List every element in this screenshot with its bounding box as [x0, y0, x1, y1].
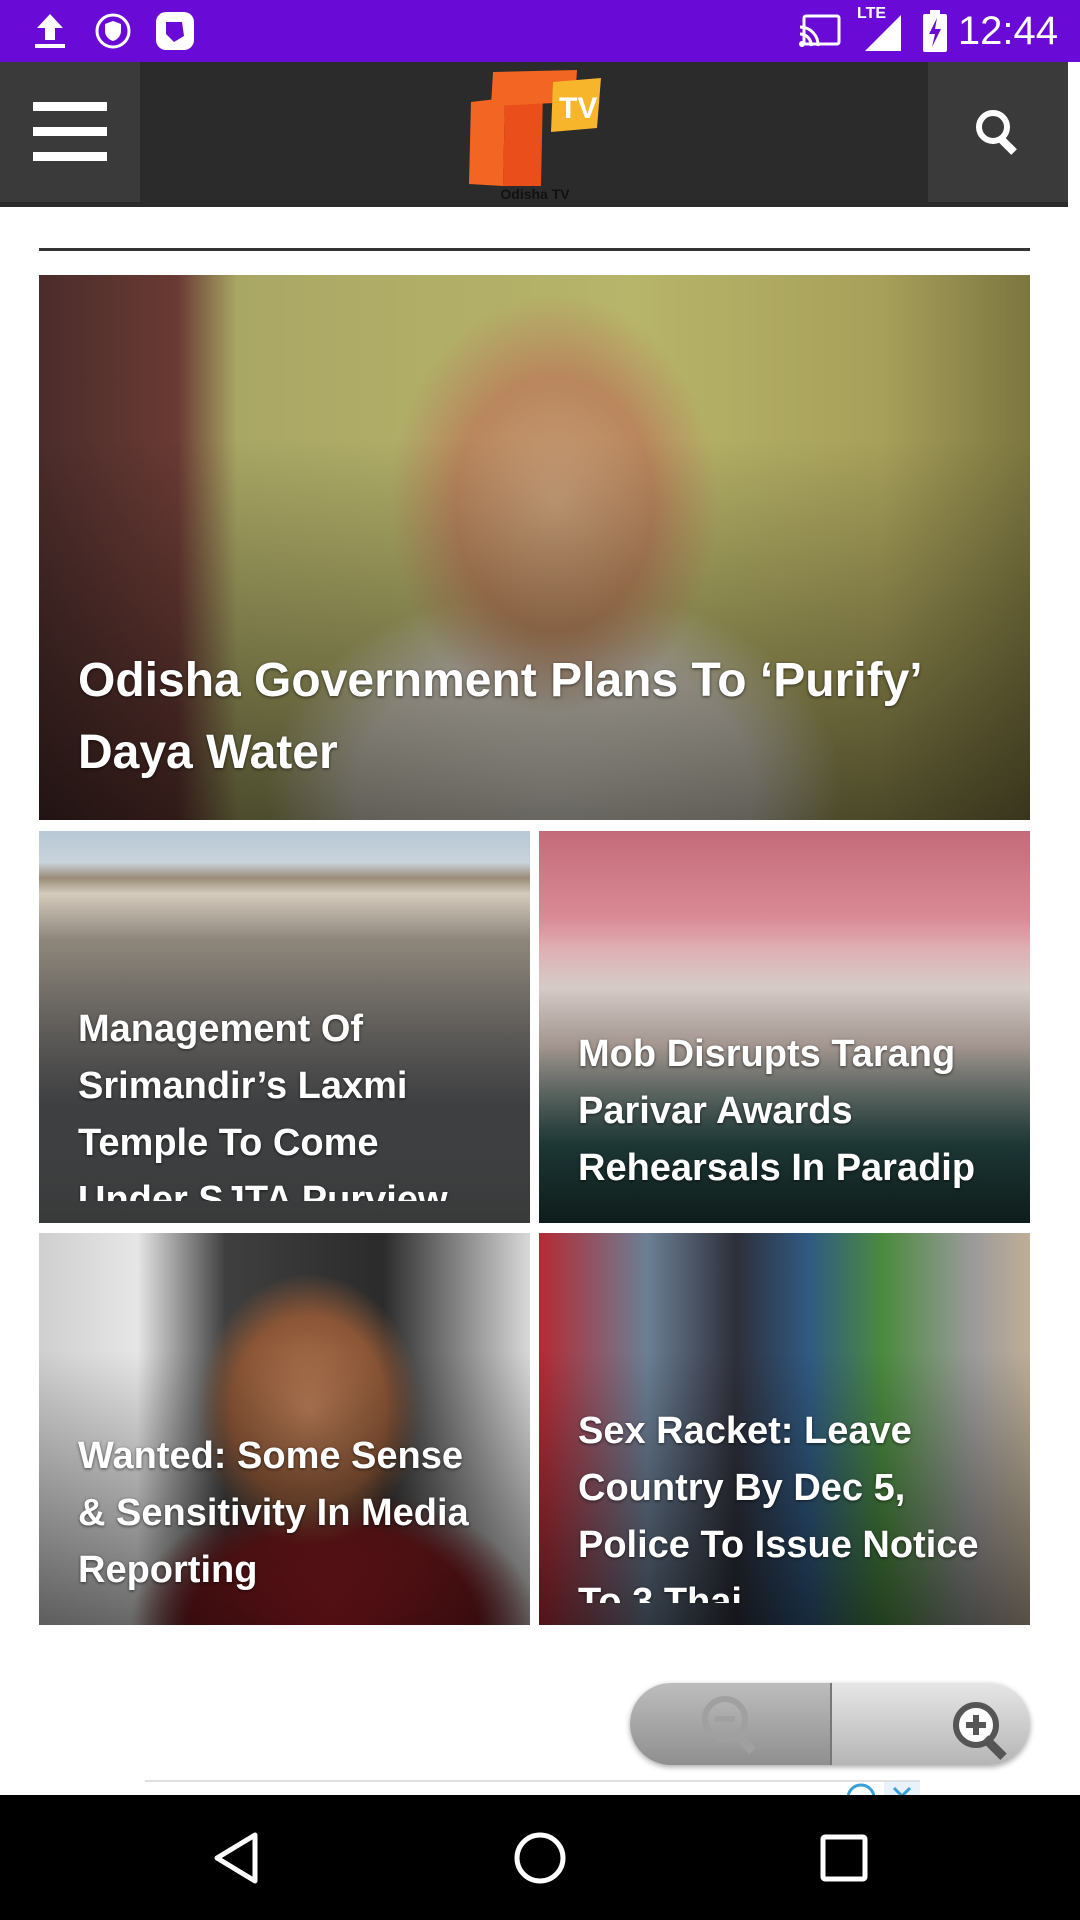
ad-banner-edge [145, 1780, 920, 1782]
zoom-out-button[interactable] [630, 1683, 830, 1765]
logo-text: Odisha TV [500, 186, 570, 202]
app-notification-icon [150, 0, 200, 62]
article-title: Mob Disrupts Tarang Parivar Awards Rehea… [578, 1033, 976, 1189]
featured-article-title: Odisha Government Plans To ‘Purify’ Daya… [78, 654, 920, 779]
status-bar: LTE 12:44 [0, 0, 1080, 62]
menu-button[interactable] [0, 62, 140, 202]
navigation-bar [0, 1795, 1080, 1920]
recents-icon [820, 1834, 868, 1881]
search-icon [976, 110, 1017, 155]
battery-charging-icon [918, 0, 952, 62]
article-card[interactable]: Wanted: Some Sense & Sensitivity In Medi… [39, 1233, 530, 1625]
odisha-tv-logo[interactable]: TV Odisha TV [465, 68, 605, 202]
home-button[interactable] [460, 1795, 620, 1920]
clock-time: 12:44 [957, 9, 1058, 53]
article-title: Management Of Srimandir’s Laxmi Temple T… [78, 1008, 448, 1201]
section-divider [39, 248, 1030, 251]
recents-button[interactable] [764, 1795, 924, 1920]
zoom-out-icon [702, 1696, 756, 1755]
article-card[interactable]: Mob Disrupts Tarang Parivar Awards Rehea… [539, 831, 1030, 1223]
ad-info-icon[interactable] [845, 1782, 877, 1796]
app-bar: TV Odisha TV [0, 62, 1068, 207]
zoom-in-button[interactable] [832, 1683, 1030, 1765]
signal-icon: LTE [855, 0, 905, 62]
article-title: Sex Racket: Leave Country By Dec 5, Poli… [578, 1410, 979, 1603]
home-icon [514, 1832, 566, 1883]
ad-close-icon[interactable] [884, 1782, 920, 1796]
article-card[interactable]: Sex Racket: Leave Country By Dec 5, Poli… [539, 1233, 1030, 1625]
back-button[interactable] [156, 1795, 316, 1920]
zoom-control [630, 1683, 1030, 1765]
vpn-shield-icon [88, 0, 138, 62]
search-button[interactable] [928, 62, 1068, 202]
cast-icon [795, 0, 845, 62]
upload-icon [25, 0, 75, 62]
article-title: Wanted: Some Sense & Sensitivity In Medi… [78, 1435, 469, 1591]
logo-badge: TV [559, 92, 597, 125]
back-icon [214, 1832, 258, 1883]
zoom-in-icon [953, 1702, 1007, 1761]
hamburger-menu-icon [33, 102, 107, 161]
article-card[interactable]: Management Of Srimandir’s Laxmi Temple T… [39, 831, 530, 1223]
featured-article-card[interactable]: Odisha Government Plans To ‘Purify’ Daya… [39, 275, 1030, 820]
